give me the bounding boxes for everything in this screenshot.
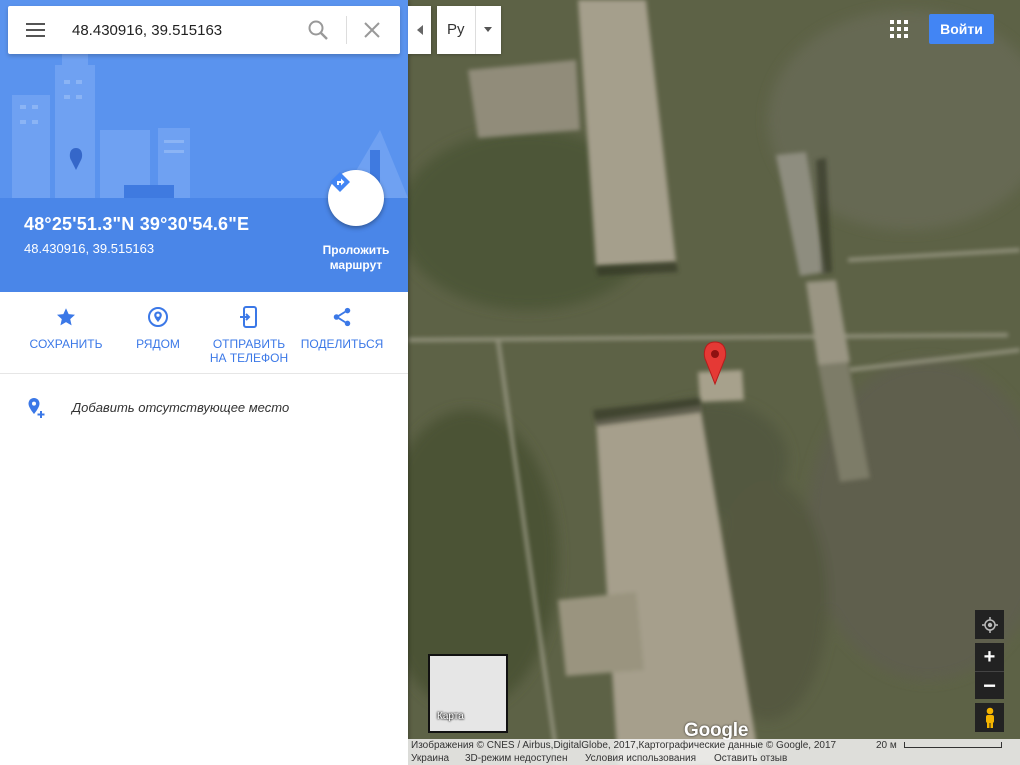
footer-link-3d[interactable]: 3D-режим недоступен [465, 753, 568, 764]
satellite-imagery [408, 0, 1020, 765]
street-view-button[interactable] [975, 703, 1004, 732]
save-action[interactable]: СОХРАНИТЬ [20, 304, 112, 351]
language-divider [475, 6, 476, 54]
apps-grid-icon[interactable] [889, 19, 909, 39]
nearby-pin-icon [148, 307, 168, 327]
menu-icon[interactable] [24, 20, 48, 40]
map-footer-links: Украина 3D-режим недоступен Условия испо… [408, 753, 1020, 765]
add-place-label: Добавить отсутствующее место [72, 400, 290, 415]
search-box [8, 6, 400, 54]
side-panel: 48°25'51.3"N 39°30'54.6"E 48.430916, 39.… [0, 0, 408, 765]
place-actions: СОХРАНИТЬ РЯДОМ ОТПРАВИТЬ НА ТЕЛЕФОН ПОД… [0, 292, 408, 374]
save-label: СОХРАНИТЬ [29, 337, 103, 351]
map-attribution-bar: Изображения © CNES / Airbus,DigitalGlobe… [408, 739, 1020, 753]
directions-icon [330, 172, 350, 192]
star-icon [57, 308, 75, 326]
share-icon [333, 307, 351, 327]
my-location-button[interactable] [975, 610, 1004, 639]
map-type-switcher[interactable]: Карта [428, 654, 508, 733]
satellite-map[interactable] [408, 0, 1020, 765]
footer-link-feedback[interactable]: Оставить отзыв [714, 753, 787, 764]
signin-button[interactable]: Войти [929, 14, 994, 44]
nearby-label: РЯДОМ [136, 337, 180, 351]
language-value: Ру [447, 21, 465, 38]
add-missing-place[interactable]: Добавить отсутствующее место [0, 390, 408, 426]
chevron-down-icon [484, 27, 492, 32]
search-icon[interactable] [306, 18, 330, 42]
footer-link-terms[interactable]: Условия использования [585, 753, 696, 764]
footer-link-country[interactable]: Украина [411, 753, 449, 764]
send-to-phone-icon [240, 306, 257, 328]
send-to-phone-label: ОТПРАВИТЬ НА ТЕЛЕФОН [209, 337, 289, 365]
coordinates-dms: 48°25'51.3"N 39°30'54.6"E [24, 214, 250, 234]
scale-label[interactable]: 20 м [876, 740, 897, 751]
nearby-action[interactable]: РЯДОМ [112, 304, 204, 351]
search-input[interactable] [72, 18, 292, 42]
send-to-phone-action[interactable]: ОТПРАВИТЬ НА ТЕЛЕФОН [203, 304, 295, 365]
search-divider [346, 16, 347, 44]
directions-label: Проложить маршрут [322, 243, 390, 272]
attribution-text: Изображения © CNES / Airbus,DigitalGlobe… [411, 740, 837, 751]
scale-bar [904, 742, 1002, 748]
close-icon[interactable] [360, 18, 384, 42]
zoom-out-button[interactable]: − [975, 671, 1004, 699]
zoom-in-button[interactable]: + [975, 643, 1004, 671]
add-location-icon [28, 398, 45, 418]
coordinates-decimal: 48.430916, 39.515163 [24, 241, 155, 256]
share-action[interactable]: ПОДЕЛИТЬСЯ [296, 304, 388, 351]
collapse-panel-button[interactable] [408, 6, 431, 54]
map-type-label: Карта [437, 711, 464, 722]
chevron-left-icon [416, 25, 423, 35]
my-location-icon [981, 616, 998, 633]
directions-button[interactable] [328, 170, 384, 226]
pegman-icon [985, 707, 994, 728]
language-select[interactable]: Ру [437, 6, 501, 54]
share-label: ПОДЕЛИТЬСЯ [300, 337, 384, 351]
